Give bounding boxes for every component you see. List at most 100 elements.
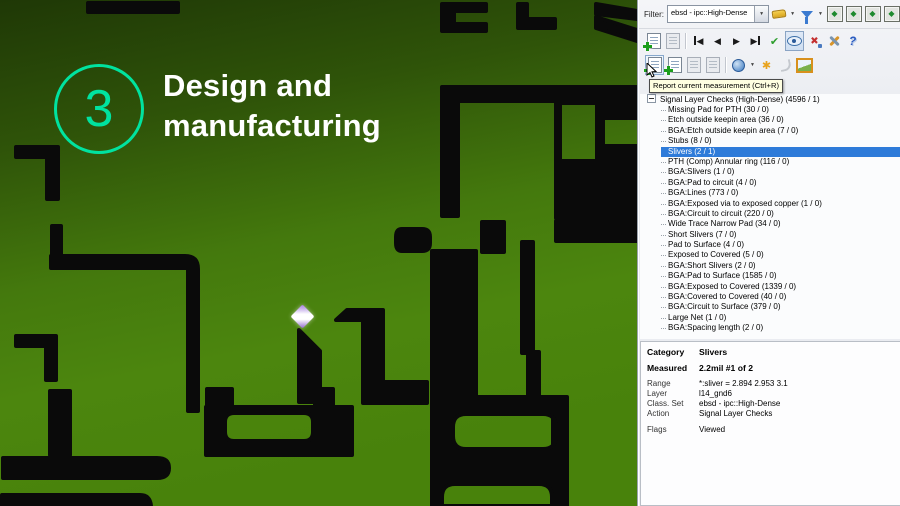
tree-item-label: Wide Trace Narrow Pad (34 / 0) [668, 219, 781, 229]
tree-item[interactable]: Exposed to Covered (5 / 0) [661, 250, 900, 260]
tree-item-label: Short Slivers (7 / 0) [668, 229, 737, 239]
tree-root-label: Signal Layer Checks (High-Dense) (4596 /… [660, 95, 820, 104]
details-row-value: ebsd - ipc::High-Dense [699, 399, 781, 408]
navigation-row: ◀ ◀ ▶ ▶ ✔ ✖ ? [639, 29, 900, 53]
details-row: Range *:sliver = 2.894 2.953 3.1 [647, 379, 895, 389]
mouse-cursor [646, 63, 658, 78]
filter-funnel-icon[interactable] [798, 5, 815, 24]
tree-item[interactable]: Stubs (8 / 0) [661, 136, 900, 146]
tree-item[interactable]: BGA:Circuit to circuit (220 / 0) [661, 209, 900, 219]
details-row-label: Layer [647, 389, 668, 398]
measurement-tree: Signal Layer Checks (High-Dense) (4596 /… [640, 94, 900, 339]
history-icon[interactable] [777, 56, 794, 74]
measurement-details: Category Slivers Measured 2.2mil #1 of 2… [640, 341, 900, 506]
tooltip: Report current measurement (Ctrl+R) [649, 79, 783, 93]
details-row-label: Range [647, 379, 671, 388]
tree-items: Missing Pad for PTH (30 / 0) Etch outsid… [640, 105, 900, 334]
details-row: Layer l14_gnd6 [647, 389, 895, 399]
tree-item-label: Slivers (2 / 1) [668, 146, 716, 156]
tree-item[interactable]: BGA:Lines (773 / 0) [661, 188, 900, 198]
tree-item[interactable]: BGA:Slivers (1 / 0) [661, 167, 900, 177]
tree-item[interactable]: BGA:Etch outside keepin area (7 / 0) [661, 126, 900, 136]
tree-item-label: Etch outside keepin area (36 / 0) [668, 115, 784, 125]
zoom-next-measurement-icon[interactable]: ◆ [883, 5, 900, 23]
report-row: ▼ ✱ [639, 53, 900, 77]
tree-item-label: BGA:Short Slivers (2 / 0) [668, 260, 756, 270]
report-add-icon[interactable] [663, 56, 683, 75]
details-row-value: Signal Layer Checks [699, 409, 773, 418]
tree-item-label: BGA:Lines (773 / 0) [668, 188, 739, 198]
tree-item-label: Stubs (8 / 0) [668, 136, 712, 146]
snapshot-icon[interactable] [795, 56, 813, 74]
tree-item[interactable]: Missing Pad for PTH (30 / 0) [661, 105, 900, 115]
previous-measurement-icon[interactable]: ◀ [709, 32, 726, 50]
tree-item-label: Large Net (1 / 0) [668, 312, 727, 322]
tree-item-label: BGA:Circuit to Surface (379 / 0) [668, 302, 781, 312]
toolbar-separator [685, 33, 686, 49]
tree-item-label: BGA:Etch outside keepin area (7 / 0) [668, 125, 799, 135]
tree-item[interactable]: Large Net (1 / 0) [661, 313, 900, 323]
chevron-down-icon[interactable]: ▼ [790, 11, 795, 17]
details-row: Class. Set ebsd - ipc::High-Dense [647, 399, 895, 409]
details-row: Measured 2.2mil #1 of 2 [647, 363, 895, 373]
tree-item-label: Exposed to Covered (5 / 0) [668, 250, 764, 260]
filter-dropdown-button[interactable]: ▼ [754, 6, 769, 22]
approve-check-icon[interactable]: ✔ [766, 32, 783, 50]
details-row-value: l14_gnd6 [699, 389, 732, 398]
details-row-label: Class. Set [647, 399, 684, 408]
details-row-label: Measured [647, 363, 688, 373]
tree-item[interactable]: Slivers (2 / 1) [661, 146, 900, 157]
reject-x-icon[interactable]: ✖ [806, 32, 823, 50]
tree-item[interactable]: BGA:Circuit to Surface (379 / 0) [661, 302, 900, 312]
tree-item[interactable]: BGA:Exposed to Covered (1339 / 0) [661, 282, 900, 292]
tree-item[interactable]: Etch outside keepin area (36 / 0) [661, 115, 900, 125]
chevron-down-icon[interactable]: ▼ [750, 62, 755, 68]
report-disabled-icon[interactable] [704, 56, 721, 74]
settings-sun-icon[interactable]: ✱ [758, 56, 775, 74]
tree-item[interactable]: Pad to Surface (4 / 0) [661, 240, 900, 250]
filter-dropdown-value: ebsd - ipc::High-Dense [671, 8, 748, 17]
filter-row: Filter: ebsd - ipc::High-Dense ▼ ▼ ▼ ◆ ◆… [639, 0, 900, 29]
collapse-icon[interactable] [647, 94, 656, 103]
details-rows: Category Slivers Measured 2.2mil #1 of 2… [647, 347, 895, 435]
tree-item-label: BGA:Pad to Surface (1585 / 0) [668, 271, 777, 281]
tree-item[interactable]: BGA:Covered to Covered (40 / 0) [661, 292, 900, 302]
tree-item[interactable]: PTH (Comp) Annular ring (116 / 0) [661, 157, 900, 167]
next-measurement-icon[interactable]: ▶ [728, 32, 745, 50]
details-row-value: Slivers [699, 347, 728, 357]
tree-root-item[interactable]: Signal Layer Checks (High-Dense) (4596 /… [640, 94, 900, 105]
filter-dropdown[interactable]: ebsd - ipc::High-Dense ▼ [667, 5, 770, 23]
toolbar-separator [725, 57, 726, 73]
tools-icon[interactable] [825, 32, 842, 50]
chevron-down-icon[interactable]: ▼ [818, 11, 823, 17]
view-eye-icon[interactable] [785, 31, 804, 51]
tree-item-label: Missing Pad for PTH (30 / 0) [668, 105, 769, 114]
tree-item[interactable]: BGA:Spacing length (2 / 0) [661, 323, 900, 333]
add-table-icon[interactable] [642, 32, 662, 51]
report-disabled-icon[interactable] [685, 56, 702, 74]
measurement-panel: Filter: ebsd - ipc::High-Dense ▼ ▼ ▼ ◆ ◆… [637, 0, 900, 506]
tree-item[interactable]: BGA:Exposed via to exposed copper (1 / 0… [661, 199, 900, 209]
last-measurement-icon[interactable]: ▶ [747, 32, 764, 50]
tree-item[interactable]: BGA:Pad to Surface (1585 / 0) [661, 271, 900, 281]
tree-item[interactable]: Wide Trace Narrow Pad (34 / 0) [661, 219, 900, 229]
details-row: Action Signal Layer Checks [647, 409, 895, 419]
details-row-label: Action [647, 409, 670, 418]
tree-item[interactable]: Short Slivers (7 / 0) [661, 230, 900, 240]
zoom-measurement-icon[interactable]: ◆ [826, 5, 843, 23]
help-icon[interactable]: ? [844, 32, 861, 50]
first-measurement-icon[interactable]: ◀ [690, 32, 707, 50]
zoom-prev-measurement-icon[interactable]: ◆ [864, 5, 881, 23]
table-icon[interactable] [664, 32, 681, 50]
pcb-layout-view[interactable]: 3 Design and manufacturing [0, 0, 637, 506]
details-row-value: Viewed [699, 425, 726, 434]
step-number-badge: 3 [54, 64, 144, 154]
details-row-value: 2.2mil #1 of 2 [699, 363, 753, 373]
zoom-measurement-icon[interactable]: ◆ [845, 5, 862, 23]
highlighter-icon[interactable] [770, 5, 787, 23]
tree-item[interactable]: BGA:Short Slivers (2 / 0) [661, 261, 900, 271]
tree-item[interactable]: BGA:Pad to circuit (4 / 0) [661, 178, 900, 188]
tree-item-label: PTH (Comp) Annular ring (116 / 0) [668, 156, 790, 166]
details-row-label: Flags [647, 425, 667, 434]
color-picker-icon[interactable] [730, 56, 747, 74]
